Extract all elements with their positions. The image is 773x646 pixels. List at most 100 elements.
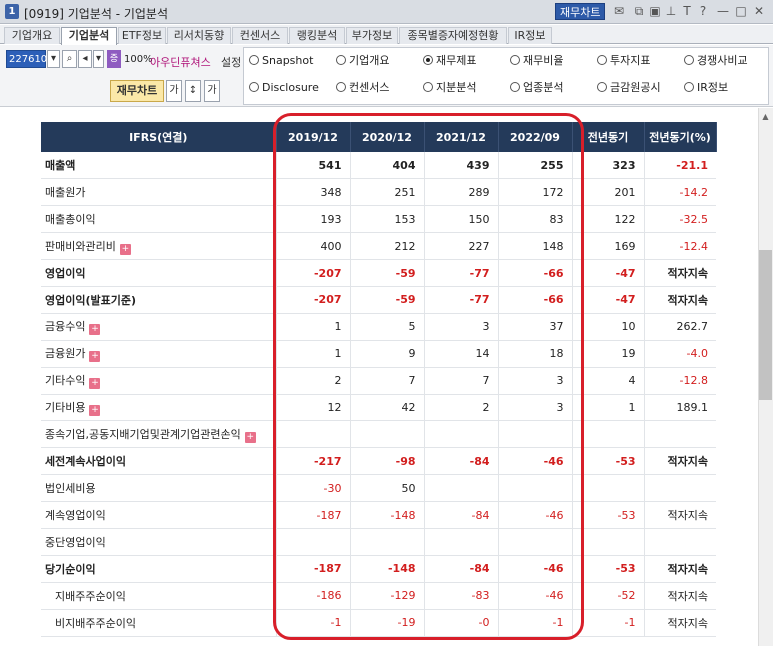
radio-industry-analysis[interactable]: 업종분석 [510, 81, 563, 95]
settings-button[interactable]: 설정 [221, 54, 241, 70]
expand-plus-icon[interactable]: + [119, 243, 131, 255]
row-label: 매출액 [41, 152, 276, 180]
row-label-text: 지배주주순이익 [55, 589, 126, 603]
fin-chart-button[interactable]: 재무차트 [110, 80, 164, 102]
table-cell: -207 [275, 286, 350, 314]
table-cell: -217 [275, 447, 350, 476]
dropdown-icon[interactable]: ▾ [47, 50, 60, 68]
text-icon[interactable]: T [680, 4, 694, 19]
table-cell: -12.4 [643, 232, 716, 261]
tab-company-overview[interactable]: 기업개요 [4, 27, 60, 44]
table-cell: -52 [571, 582, 644, 610]
radio-investment-indicators[interactable]: 투자지표 [597, 54, 650, 68]
radio-financial-statements[interactable]: 재무제표 [423, 54, 476, 68]
close-icon[interactable]: ✕ [752, 4, 766, 19]
column-header[interactable]: 2020/12 [350, 122, 425, 152]
radio-selected-icon [423, 55, 433, 65]
radio-circle-icon [423, 82, 433, 92]
radio-ir-info[interactable]: IR정보 [684, 81, 728, 95]
tab-etf-info[interactable]: ETF정보 [118, 27, 166, 44]
expand-plus-icon[interactable]: + [89, 351, 101, 363]
help-icon[interactable]: ? [696, 4, 710, 19]
table-cell: 7 [423, 367, 498, 395]
scrollbar-thumb[interactable] [759, 250, 772, 400]
table-cell: 적자지속 [643, 582, 716, 610]
column-header[interactable]: 전년동기 [572, 122, 645, 152]
column-header[interactable]: 2021/12 [424, 122, 499, 152]
column-header[interactable]: IFRS(연결) [41, 122, 277, 152]
tab-research[interactable]: 리서치동향 [167, 27, 231, 44]
table-cell: 2 [423, 394, 498, 422]
table-row: 중단영업이익 [41, 528, 716, 556]
table-cell: 541 [275, 152, 350, 180]
table-row: 지배주주순이익 -186 -129 -83 -46 -52 적자지속 [41, 582, 716, 610]
expand-plus-icon[interactable]: + [89, 378, 101, 390]
radio-fss-disclosure[interactable]: 금감원공시 [597, 81, 661, 95]
row-label-text: 영업이익 [45, 267, 86, 280]
table-cell: 227 [423, 232, 498, 261]
row-label: 영업이익 [41, 259, 276, 287]
table-row: 매출원가 348 251 289 172 201 -14.2 [41, 178, 716, 207]
font-size-button[interactable]: 가 [166, 80, 182, 102]
table-cell: -84 [423, 501, 498, 529]
column-header[interactable]: 2022/09 [498, 122, 573, 152]
fit-button[interactable]: ↕ [185, 80, 201, 102]
mail-icon[interactable]: ✉ [612, 4, 626, 19]
column-header[interactable]: 2019/12 [276, 122, 351, 152]
table-cell: -59 [349, 286, 424, 314]
expand-plus-icon[interactable]: + [89, 324, 101, 336]
radio-snapshot[interactable]: Snapshot [249, 54, 313, 68]
font-toggle-button[interactable]: 가 [204, 80, 220, 102]
financial-chart-button[interactable]: 재무차트 [555, 3, 606, 20]
column-header[interactable]: 전년동기(%) [644, 122, 717, 152]
copy-icon[interactable]: ⧉ [632, 4, 646, 19]
tab-capital-increase[interactable]: 종목별증자예정현황 [399, 27, 507, 44]
window-title: [0919] 기업분석 - 기업분석 [24, 7, 168, 21]
search-icon[interactable]: ⌕ [62, 50, 77, 68]
speaker-icon[interactable]: ◂ [78, 50, 92, 68]
radio-equity-analysis[interactable]: 지분분석 [423, 81, 476, 95]
pin-icon[interactable]: ⊥ [664, 4, 678, 19]
tab-extra-info[interactable]: 부가정보 [346, 27, 398, 44]
options-dropdown-icon[interactable]: ▾ [93, 50, 104, 68]
table-cell: 348 [275, 178, 350, 207]
stock-code-input[interactable]: 227610 [6, 50, 47, 68]
table-cell: 10 [571, 313, 644, 341]
row-label: 비지배주주순이익 [41, 609, 276, 637]
row-label-text: 매출액 [45, 159, 76, 173]
table-cell: 적자지속 [643, 555, 716, 583]
zoom-level[interactable]: 100% [124, 54, 153, 65]
radio-circle-icon [597, 55, 607, 65]
row-label-text: 비지배주주순이익 [55, 616, 136, 630]
radio-competitor-comparison[interactable]: 경쟁사비교 [684, 54, 748, 68]
radio-financial-ratios[interactable]: 재무비율 [510, 54, 563, 68]
tab-ranking[interactable]: 랭킹분석 [289, 27, 345, 44]
radio-disclosure[interactable]: Disclosure [249, 81, 319, 95]
row-label-text: 법인세비용 [45, 482, 96, 496]
table-cell: -47 [571, 259, 644, 287]
row-label: 중단영업이익 [41, 528, 276, 556]
table-cell: -207 [275, 259, 350, 287]
table-cell: 5 [349, 313, 424, 341]
window-icon[interactable]: ▣ [648, 4, 662, 19]
table-row: 계속영업이익 -187 -148 -84 -46 -53 적자지속 [41, 501, 716, 529]
table-cell: -32.5 [643, 205, 716, 234]
table-cell [571, 474, 644, 503]
table-cell: 83 [497, 205, 572, 234]
row-label-text: 금융수익 [45, 320, 86, 334]
table-cell: 42 [349, 394, 424, 422]
tab-ir-info[interactable]: IR정보 [508, 27, 552, 44]
tab-consensus[interactable]: 컨센서스 [232, 27, 288, 44]
row-label-text: 종속기업,공동지배기업및관계기업관련손익 [45, 427, 241, 441]
radio-company-overview[interactable]: 기업개요 [336, 54, 389, 68]
table-cell: -1 [275, 609, 350, 637]
scroll-up-icon[interactable]: ▲ [759, 110, 772, 124]
tab-company-analysis[interactable]: 기업분석 [61, 27, 117, 45]
table-cell: 4 [571, 367, 644, 395]
minimize-icon[interactable]: — [716, 4, 730, 19]
expand-plus-icon[interactable]: + [89, 404, 101, 416]
maximize-icon[interactable]: □ [734, 4, 748, 19]
expand-plus-icon[interactable]: + [244, 431, 256, 443]
table-cell: 289 [423, 178, 498, 207]
radio-consensus[interactable]: 컨센서스 [336, 81, 389, 95]
